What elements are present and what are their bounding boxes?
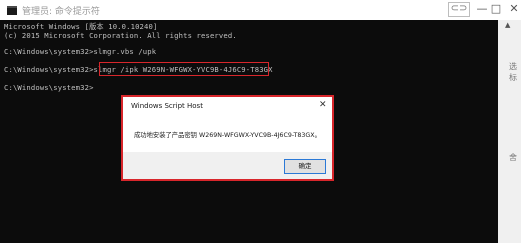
console-line-prompt: C:\Windows\system32>	[4, 83, 94, 92]
console-line-copyright: (c) 2015 Microsoft Corporation. All righ…	[4, 31, 237, 40]
window-titlebar[interactable]: 管理员: 命令提示符 ⊂⊃ — □ ✕	[0, 0, 521, 21]
ok-button[interactable]: 确定	[284, 159, 326, 174]
dialog-close-icon[interactable]: ✕	[319, 100, 327, 110]
dialog-message: 成功地安装了产品密钥 W269N-WFGWX-YVC9B-4J6C9-T83GX…	[134, 132, 321, 139]
vertical-scrollbar[interactable]	[498, 20, 521, 243]
command-highlight-box	[99, 62, 269, 76]
side-text-3: 舍	[509, 153, 517, 162]
script-host-dialog: Windows Script Host ✕ 成功地安装了产品密钥 W269N-W…	[121, 95, 334, 181]
console-line-upk: C:\Windows\system32>slmgr.vbs /upk	[4, 47, 157, 56]
dialog-title: Windows Script Host	[131, 102, 203, 110]
close-button[interactable]: ✕	[502, 1, 521, 17]
scroll-up-arrow-icon[interactable]: ▲	[505, 21, 510, 29]
cmd-icon	[7, 6, 17, 15]
side-text-1: 选	[509, 62, 517, 71]
command-prompt-window: 管理员: 命令提示符 ⊂⊃ — □ ✕ Microsoft Windows [版…	[0, 0, 521, 243]
side-text-2: 标	[509, 73, 517, 82]
link-icon[interactable]: ⊂⊃	[448, 2, 470, 17]
window-title: 管理员: 命令提示符	[22, 7, 100, 17]
